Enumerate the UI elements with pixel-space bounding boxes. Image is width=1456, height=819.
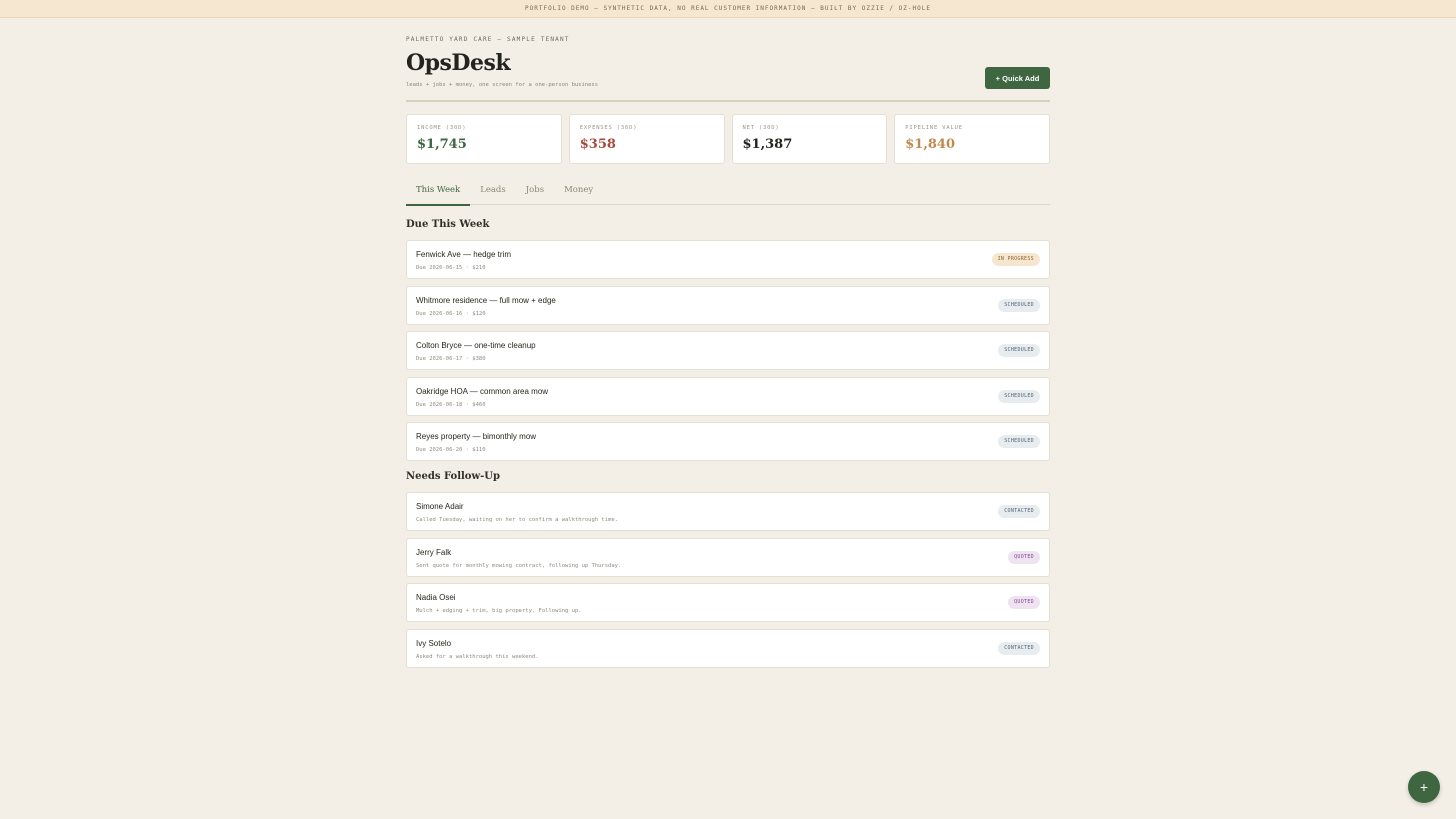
- status-badge: QUOTED: [1008, 550, 1040, 564]
- page-tagline: leads + jobs + money, one screen for a o…: [406, 82, 599, 88]
- job-title: Oakridge HOA — common area mow: [416, 386, 549, 396]
- stat-value: $1,387: [742, 137, 793, 152]
- job-title: Fenwick Ave — hedge trim: [416, 250, 512, 259]
- job-due-info: Due 2026-06-16 · $120: [416, 310, 486, 317]
- lead-note: Called Tuesday, waiting on her to confir…: [416, 517, 618, 523]
- tab-this-week[interactable]: This Week: [406, 180, 471, 206]
- due-list: Fenwick Ave — hedge trim Due 2026-06-15 …: [406, 240, 1050, 461]
- job-due-info: Due 2026-06-17 · $380: [416, 356, 486, 362]
- lead-note: Mulch + edging + trim, big property. Fol…: [416, 608, 582, 614]
- stat-label: NET (30D): [742, 125, 780, 131]
- stat-label: INCOME (30D): [417, 125, 467, 131]
- stat-value: $1,745: [417, 137, 467, 152]
- status-badge: SCHEDULED: [998, 344, 1040, 357]
- section-title-followup: Needs Follow-Up: [406, 471, 500, 482]
- job-row[interactable]: Colton Bryce — one-time cleanup Due 2026…: [406, 331, 1050, 370]
- stat-label: PIPELINE VALUE: [905, 125, 963, 131]
- stat-card-net: NET (30D) $1,387: [731, 114, 888, 164]
- job-row[interactable]: Fenwick Ave — hedge trim Due 2026-06-15 …: [406, 240, 1050, 279]
- tab-leads[interactable]: Leads: [470, 180, 516, 205]
- status-badge: QUOTED: [1008, 596, 1040, 609]
- stat-label: EXPENSES (30D): [579, 125, 638, 131]
- stat-value: $358: [579, 137, 616, 152]
- floating-add-button[interactable]: +: [1408, 771, 1440, 803]
- tenant-label: PALMETTO YARD CARE — SAMPLE TENANT: [406, 36, 570, 43]
- status-badge: SCHEDULED: [998, 389, 1040, 403]
- status-badge: SCHEDULED: [998, 435, 1040, 448]
- tab-bar: This Week Leads Jobs Money: [406, 180, 1050, 206]
- job-due-info: Due 2026-06-20 · $110: [416, 447, 486, 453]
- job-title: Reyes property — bimonthly mow: [416, 432, 537, 441]
- lead-name: Simone Adair: [416, 502, 464, 511]
- page-header: OpsDesk leads + jobs + money, one screen…: [406, 46, 1050, 102]
- job-due-info: Due 2026-06-18 · $460: [416, 401, 486, 408]
- tab-jobs[interactable]: Jobs: [516, 180, 554, 205]
- stat-card-income: INCOME (30D) $1,745: [406, 114, 562, 164]
- lead-row[interactable]: Ivy Sotelo Asked for a walkthrough this …: [406, 628, 1050, 668]
- job-due-info: Due 2026-06-15 · $210: [416, 265, 486, 271]
- lead-row[interactable]: Nadia Osei Mulch + edging + trim, big pr…: [406, 583, 1050, 622]
- stat-card-expenses: EXPENSES (30D) $358: [568, 114, 725, 164]
- job-row[interactable]: Whitmore residence — full mow + edge Due…: [406, 285, 1050, 325]
- lead-row[interactable]: Jerry Falk Sent quote for monthly mowing…: [406, 537, 1050, 577]
- job-row[interactable]: Reyes property — bimonthly mow Due 2026-…: [406, 422, 1050, 461]
- lead-name: Jerry Falk: [416, 547, 452, 557]
- status-badge: IN PROGRESS: [991, 253, 1040, 266]
- lead-name: Nadia Osei: [416, 593, 456, 602]
- followup-list: Simone Adair Called Tuesday, waiting on …: [406, 492, 1050, 668]
- demo-banner: PORTFOLIO DEMO — SYNTHETIC DATA, NO REAL…: [0, 0, 1456, 18]
- lead-note: Sent quote for monthly mowing contract, …: [416, 562, 622, 569]
- lead-note: Asked for a walkthrough this weekend.: [416, 653, 539, 660]
- page-title: OpsDesk: [406, 50, 511, 76]
- stat-value: $1,840: [905, 137, 956, 152]
- status-badge: CONTACTED: [998, 505, 1040, 518]
- stats-row: INCOME (30D) $1,745 EXPENSES (30D) $358 …: [406, 114, 1050, 164]
- job-title: Colton Bryce — one-time cleanup: [416, 341, 536, 350]
- lead-name: Ivy Sotelo: [416, 638, 452, 648]
- section-title-due: Due This Week: [406, 219, 490, 230]
- lead-row[interactable]: Simone Adair Called Tuesday, waiting on …: [406, 492, 1050, 531]
- status-badge: SCHEDULED: [998, 298, 1040, 312]
- job-title: Whitmore residence — full mow + edge: [416, 295, 556, 305]
- job-row[interactable]: Oakridge HOA — common area mow Due 2026-…: [406, 376, 1050, 416]
- status-badge: CONTACTED: [998, 641, 1040, 655]
- main-container: PALMETTO YARD CARE — SAMPLE TENANT OpsDe…: [406, 18, 1050, 674]
- tab-money[interactable]: Money: [554, 180, 603, 205]
- quick-add-button[interactable]: + Quick Add: [985, 67, 1050, 89]
- stat-card-pipeline: PIPELINE VALUE $1,840: [894, 114, 1050, 164]
